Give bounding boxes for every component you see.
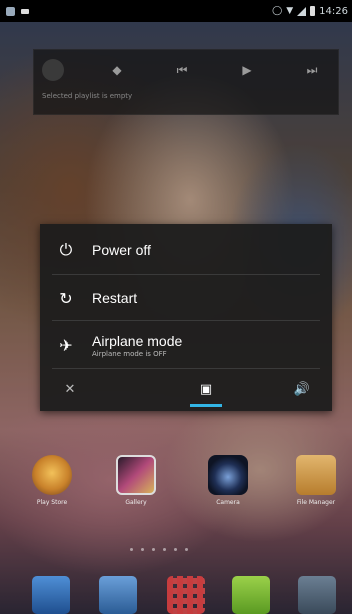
gallery-icon xyxy=(116,455,156,495)
page-dot xyxy=(163,548,166,551)
camera-icon xyxy=(208,455,248,495)
vibrate-icon: ▣ xyxy=(199,382,213,397)
app-file-manager[interactable]: File Manager xyxy=(284,455,348,506)
browser-icon[interactable] xyxy=(298,576,336,614)
selected-indicator xyxy=(190,404,222,407)
play-icon[interactable]: ▶ xyxy=(235,63,259,77)
page-dot xyxy=(185,548,188,551)
app-label: Camera xyxy=(216,499,240,506)
power-off-label: Power off xyxy=(92,242,151,258)
media-icon xyxy=(21,8,29,14)
thumbs-icon[interactable]: ◆ xyxy=(105,63,129,77)
contacts-icon[interactable] xyxy=(99,576,137,614)
speaker-icon: 🔊 xyxy=(293,382,311,397)
battery-icon xyxy=(310,6,316,16)
page-dot xyxy=(141,548,144,551)
divider xyxy=(52,274,320,275)
next-track-icon[interactable]: ⏭ xyxy=(300,63,324,78)
app-drawer-icon[interactable] xyxy=(167,576,205,614)
app-play-store[interactable]: Play Store xyxy=(20,455,84,506)
app-label: Play Store xyxy=(36,499,68,506)
app-camera[interactable]: Camera xyxy=(196,455,260,506)
status-time: 14:26 xyxy=(319,5,348,17)
page-dot xyxy=(130,548,133,551)
restart-icon: ↻ xyxy=(59,288,73,308)
silent-mode-option[interactable]: ✕ xyxy=(40,369,100,411)
app-label: File Manager xyxy=(296,499,336,506)
status-left xyxy=(0,6,29,16)
alarm-icon: ◯ xyxy=(272,6,283,16)
notification-icon xyxy=(6,6,15,16)
airplane-icon: ✈ xyxy=(59,335,73,355)
file-manager-icon xyxy=(296,455,336,495)
music-widget: ◆ ⏮ ▶ ⏭ Selected playlist is empty xyxy=(33,49,339,115)
power-icon: ⏻ xyxy=(59,240,73,259)
signal-icon xyxy=(297,6,307,16)
app-label: Gallery xyxy=(125,499,147,506)
page-indicator xyxy=(130,548,188,551)
silent-icon: ✕ xyxy=(64,382,76,397)
music-controls: ◆ ⏮ ▶ ⏭ xyxy=(34,50,338,84)
page-dot xyxy=(174,548,177,551)
airplane-mode-item[interactable]: ✈ Airplane mode Airplane mode is OFF xyxy=(40,322,332,368)
status-bar: ◯ ▼ 14:26 xyxy=(0,0,352,22)
sound-mode-selector: ✕ ▣ 🔊 xyxy=(40,369,332,411)
airplane-mode-status: Airplane mode is OFF xyxy=(92,349,167,358)
power-off-item[interactable]: ⏻ Power off xyxy=(40,228,332,272)
play-store-icon xyxy=(32,455,72,495)
wifi-icon: ▼ xyxy=(286,6,294,16)
divider xyxy=(52,320,320,321)
previous-track-icon[interactable]: ⏮ xyxy=(170,63,194,78)
dock xyxy=(0,568,352,614)
power-menu-dialog: ⏻ Power off ↻ Restart ✈ Airplane mode Ai… xyxy=(40,224,332,411)
album-art-icon[interactable] xyxy=(42,59,64,81)
sound-on-option[interactable]: 🔊 xyxy=(272,369,332,411)
phone-icon[interactable] xyxy=(32,576,70,614)
page-dot xyxy=(152,548,155,551)
airplane-mode-label: Airplane mode xyxy=(92,332,183,349)
vibrate-mode-option[interactable]: ▣ xyxy=(176,369,236,411)
restart-label: Restart xyxy=(92,290,138,306)
home-app-row: Play Store Gallery Camera File Manager xyxy=(0,455,352,525)
messaging-icon[interactable] xyxy=(232,576,270,614)
airplane-text: Airplane mode Airplane mode is OFF xyxy=(92,333,182,358)
restart-item[interactable]: ↻ Restart xyxy=(40,276,332,320)
music-status-text: Selected playlist is empty xyxy=(42,92,133,100)
status-right: ◯ ▼ 14:26 xyxy=(272,6,352,17)
app-gallery[interactable]: Gallery xyxy=(104,455,168,506)
